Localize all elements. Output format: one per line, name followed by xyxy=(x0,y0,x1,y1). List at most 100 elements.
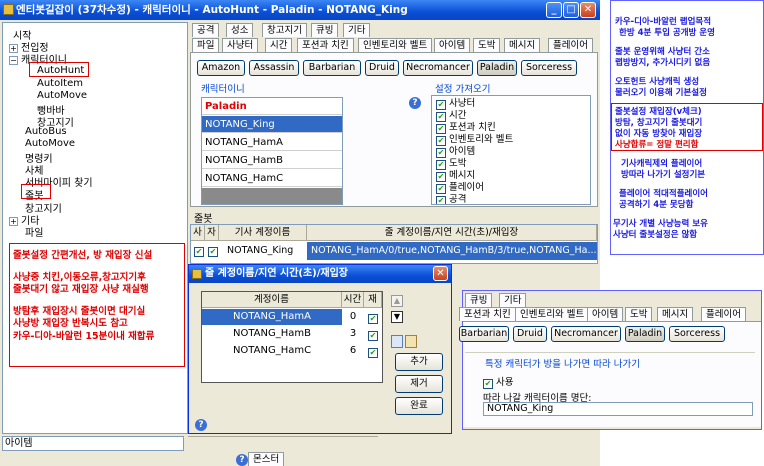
column-header[interactable]: 사 xyxy=(191,225,205,241)
move-down-icon[interactable]: ▼ xyxy=(391,311,403,323)
tree-item-autoitem[interactable]: AutoItem xyxy=(37,78,83,89)
tab-inventory-belt[interactable]: 인벤토리와 벨트 xyxy=(358,38,433,52)
maximize-button[interactable]: □ xyxy=(563,2,579,18)
tab-sanctuary[interactable]: 성소 xyxy=(226,23,254,37)
tab-etc[interactable]: 기타 xyxy=(343,23,371,37)
tab-attack[interactable]: 공격 xyxy=(192,23,220,37)
class-sorceress-button[interactable]: Sorceress xyxy=(669,326,725,342)
add-button[interactable]: 추가 xyxy=(395,353,443,371)
tab-time[interactable]: 시간 xyxy=(265,38,293,52)
tab-gamble[interactable]: 도박 xyxy=(625,307,653,321)
tab-potion-chicken[interactable]: 포션과 치킨 xyxy=(297,38,354,52)
note-line: 방탐, 창고지기 줄봇대기 xyxy=(615,118,703,128)
settings-checkbox[interactable]: ✔ 아이템 xyxy=(436,146,475,158)
target-names-input[interactable]: NOTANG_King xyxy=(483,402,753,416)
tab-cubing[interactable]: 큐빙 xyxy=(465,293,493,307)
class-barbarian-button[interactable]: Barbarian xyxy=(303,60,361,76)
tab-gamble[interactable]: 도박 xyxy=(473,38,501,52)
tree-item-autobus[interactable]: AutoBus xyxy=(25,126,67,137)
class-paladin-button[interactable]: Paladin xyxy=(477,60,517,76)
tab-hunting-ground[interactable]: 사냥터 xyxy=(222,38,259,52)
table-cell-time[interactable]: 6 xyxy=(342,343,364,359)
class-druid-button[interactable]: Druid xyxy=(513,326,547,342)
table-cell-value[interactable]: NOTANG_HamA/0/true,NOTANG_HamB/3/true,NO… xyxy=(307,242,597,260)
row-checkbox[interactable]: ✔ xyxy=(194,242,207,260)
tab-message[interactable]: 메시지 xyxy=(504,38,541,52)
checkmark-icon: ✔ xyxy=(194,247,204,257)
follow-group-label: 특정 캐릭터가 방을 나가면 따라 나가기 xyxy=(485,359,640,370)
tab-message[interactable]: 메시지 xyxy=(657,307,694,321)
class-paladin-button[interactable]: Paladin xyxy=(625,326,665,342)
tab-cubing[interactable]: 큐빙 xyxy=(311,23,339,37)
checkmark-icon: ✔ xyxy=(368,348,378,358)
class-assassin-button[interactable]: Assassin xyxy=(249,60,299,76)
class-necromancer-button[interactable]: Necromancer xyxy=(551,326,621,342)
expand-icon[interactable]: + xyxy=(9,217,18,226)
class-barbarian-button[interactable]: Barbarian xyxy=(459,326,509,342)
remove-button[interactable]: 제거 xyxy=(395,375,443,393)
nav-tree: 시작 + 전입정 − 캐릭터이니 AutoHunt AutoItem AutoMov… xyxy=(2,22,188,434)
copy-icon[interactable] xyxy=(391,335,403,348)
column-header[interactable]: 줄 계정이름/지연 시간(초)/재입장 xyxy=(307,225,597,241)
class-druid-button[interactable]: Druid xyxy=(365,60,399,76)
settings-checkbox[interactable]: ✔ 인벤토리와 벨트 xyxy=(436,134,513,146)
list-item[interactable]: NOTANG_HamC xyxy=(202,170,342,187)
tab-player[interactable]: 플레이어 xyxy=(701,307,746,321)
paste-icon[interactable] xyxy=(405,335,417,348)
help-icon[interactable]: ? xyxy=(236,454,248,466)
help-icon[interactable]: ? xyxy=(409,97,421,109)
column-header[interactable]: 자 xyxy=(205,225,219,241)
table-cell-name[interactable]: NOTANG_King xyxy=(227,242,305,260)
tree-item-automove-2[interactable]: AutoMove xyxy=(25,138,75,149)
column-header[interactable]: 재 xyxy=(364,292,382,308)
julbot-section-label: 줄봇 xyxy=(194,214,213,225)
class-amazon-button[interactable]: Amazon xyxy=(197,60,245,76)
dialog-close-button[interactable]: ✕ xyxy=(433,266,448,281)
settings-checkbox[interactable]: ✔ 메시지 xyxy=(436,170,475,182)
list-item[interactable]: NOTANG_King xyxy=(202,116,342,133)
collapse-icon[interactable]: − xyxy=(9,56,18,65)
class-necromancer-button[interactable]: Necromancer xyxy=(403,60,473,76)
settings-checkbox[interactable]: ✔ 공격 xyxy=(436,194,466,204)
table-cell-rejoin[interactable]: ✔ xyxy=(368,312,381,324)
use-checkbox[interactable]: ✔ 사용 xyxy=(483,374,513,389)
table-cell-name[interactable]: NOTANG_HamC xyxy=(202,343,342,359)
table-cell-rejoin[interactable]: ✔ xyxy=(368,346,381,358)
tab-potion-chicken[interactable]: 포션과 치킨 xyxy=(459,307,516,321)
tab-file[interactable]: 파일 xyxy=(192,38,220,52)
settings-checkbox[interactable]: ✔ 사냥터 xyxy=(436,98,475,110)
done-button[interactable]: 완료 xyxy=(395,397,443,415)
table-cell-name[interactable]: NOTANG_HamB xyxy=(202,326,342,342)
tree-item-file[interactable]: 파일 xyxy=(25,224,43,239)
class-sorceress-button[interactable]: Sorceress xyxy=(521,60,577,76)
tab-warehouse[interactable]: 창고지기 xyxy=(262,23,307,37)
help-icon[interactable]: ? xyxy=(195,419,207,431)
move-up-icon[interactable]: ▲ xyxy=(391,295,403,307)
item-input[interactable]: 아이템 xyxy=(2,436,184,451)
tab-player[interactable]: 플레이어 xyxy=(548,38,593,52)
table-cell-name[interactable]: NOTANG_HamA xyxy=(202,309,342,325)
list-item[interactable]: NOTANG_HamB xyxy=(202,152,342,169)
dialog-table: 계정이름 시간 재 NOTANG_HamA 0 ✔ NOTANG_HamB 3 … xyxy=(201,291,383,383)
tab-item[interactable]: 아이템 xyxy=(587,307,624,321)
list-header: Paladin xyxy=(202,98,342,115)
list-item[interactable]: NOTANG_HamA xyxy=(202,134,342,151)
settings-checkbox[interactable]: ✔ 플레이어 xyxy=(436,182,484,194)
tab-item[interactable]: 아이템 xyxy=(434,38,471,52)
row-checkbox[interactable]: ✔ xyxy=(208,242,221,260)
tab-inventory-belt[interactable]: 인벤토리와 벨트 xyxy=(515,307,590,321)
close-button[interactable]: ✕ xyxy=(580,2,596,18)
table-cell-time[interactable]: 0 xyxy=(342,309,364,325)
table-cell-rejoin[interactable]: ✔ xyxy=(368,329,381,341)
settings-checkbox[interactable]: ✔ 시간 xyxy=(436,110,466,122)
column-header[interactable]: 기사 계정이름 xyxy=(219,225,307,241)
tree-item-automove[interactable]: AutoMove xyxy=(37,90,87,101)
column-header[interactable]: 계정이름 xyxy=(202,292,342,308)
table-cell-time[interactable]: 3 xyxy=(342,326,364,342)
column-header[interactable]: 시간 xyxy=(342,292,364,308)
settings-checkbox[interactable]: ✔ 포션과 치킨 xyxy=(436,122,496,134)
minimize-button[interactable]: _ xyxy=(546,2,562,18)
settings-checkbox[interactable]: ✔ 도박 xyxy=(436,158,466,170)
tab-etc[interactable]: 기타 xyxy=(499,293,527,307)
tab-monster[interactable]: 몬스터 xyxy=(248,452,285,466)
